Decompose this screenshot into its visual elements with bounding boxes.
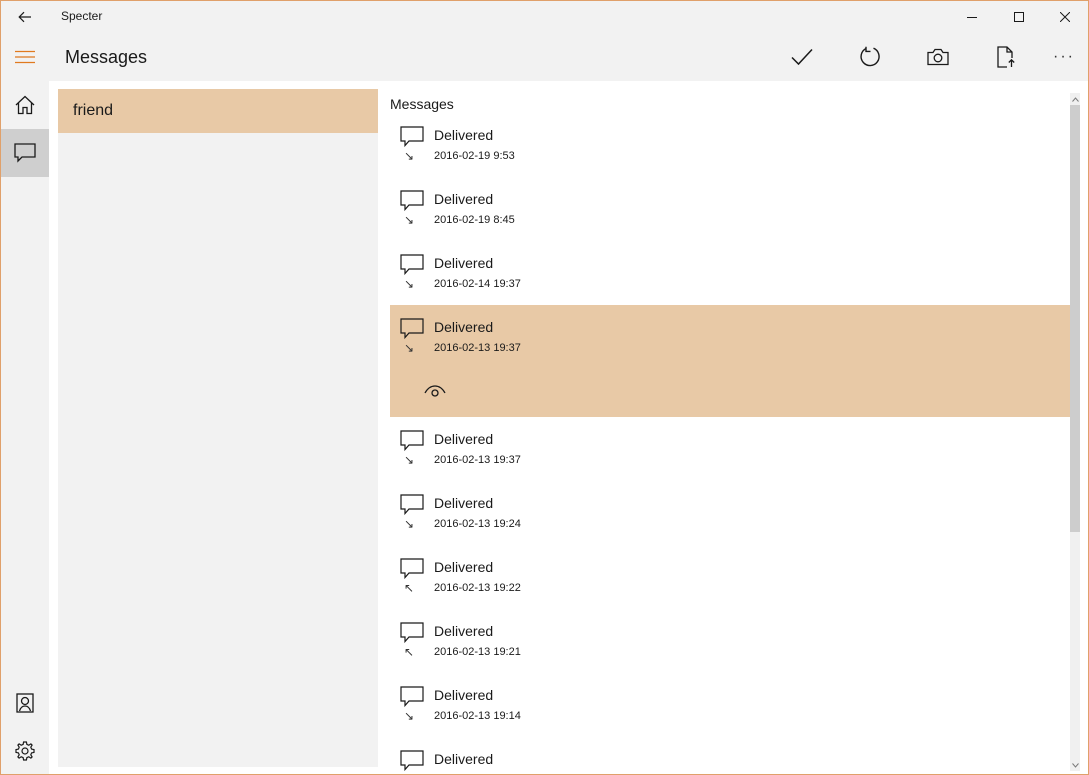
- command-bar: Messages ···: [1, 33, 1088, 81]
- export-file-icon: [997, 46, 1015, 68]
- maximize-icon: [1014, 12, 1024, 22]
- nav-settings[interactable]: [1, 727, 49, 774]
- direction-arrow-icon: ↘: [404, 341, 415, 355]
- back-arrow-icon: [18, 11, 31, 23]
- message-row-incoming[interactable]: ↘ Delivered 2016-02-13 19:37: [390, 417, 1070, 481]
- message-list: ↘ Delivered 2016-02-19 9:53 ↘ Delivered …: [390, 113, 1070, 774]
- chat-bubble-icon: [400, 430, 424, 452]
- nav-contacts[interactable]: [1, 679, 49, 727]
- message-status: Delivered: [434, 255, 494, 271]
- home-icon: [15, 95, 35, 115]
- hamburger-menu-icon: [15, 50, 35, 64]
- more-button[interactable]: ···: [1040, 33, 1088, 81]
- message-timestamp: 2016-02-13 19:22: [434, 582, 521, 594]
- direction-arrow-icon: ↖: [404, 581, 415, 595]
- minimize-button[interactable]: [949, 1, 995, 33]
- message-status: Delivered: [434, 687, 494, 703]
- conversation-list: friend: [58, 89, 378, 767]
- message-row-incoming[interactable]: ↘ Delivered 2016-02-13 19:24: [390, 481, 1070, 545]
- chat-bubble-icon: [400, 254, 424, 276]
- message-status: Delivered: [434, 751, 494, 767]
- message-timestamp: 2016-02-13 19:14: [434, 710, 521, 722]
- contact-icon: [16, 693, 34, 713]
- message-row[interactable]: Delivered: [390, 737, 1070, 774]
- camera-icon: [927, 48, 949, 66]
- message-row-incoming[interactable]: ↘ Delivered 2016-02-13 19:14: [390, 673, 1070, 737]
- message-status: Delivered: [434, 623, 494, 639]
- back-button[interactable]: [7, 1, 43, 33]
- chat-bubble-icon: [400, 190, 424, 212]
- message-row-incoming[interactable]: ↘ Delivered 2016-02-19 9:53: [390, 113, 1070, 177]
- message-scrollbar[interactable]: [1070, 93, 1080, 771]
- message-status: Delivered: [434, 127, 494, 143]
- message-row-outgoing[interactable]: ↖ Delivered 2016-02-13 19:21: [390, 609, 1070, 673]
- nav-home[interactable]: [1, 81, 49, 129]
- chat-bubble-icon: [400, 318, 424, 340]
- chevron-up-icon: [1071, 96, 1079, 102]
- chat-bubble-icon: [400, 126, 424, 148]
- chat-bubble-icon: [400, 494, 424, 516]
- hamburger-button[interactable]: [1, 33, 49, 81]
- direction-arrow-icon: ↘: [404, 277, 415, 291]
- message-row-incoming[interactable]: ↘ Delivered 2016-02-14 19:37: [390, 241, 1070, 305]
- check-icon: [791, 48, 813, 66]
- screenshot-button[interactable]: [914, 33, 962, 81]
- refresh-button[interactable]: [846, 33, 894, 81]
- message-list-header: Messages: [390, 96, 454, 112]
- mark-done-button[interactable]: [778, 33, 826, 81]
- chat-bubble-icon: [14, 143, 36, 163]
- conversation-label: friend: [73, 102, 114, 119]
- message-timestamp: 2016-02-14 19:37: [434, 278, 521, 290]
- message-timestamp: 2016-02-13 19:37: [434, 454, 521, 466]
- close-button[interactable]: [1042, 1, 1088, 33]
- conversation-item-friend[interactable]: friend: [58, 89, 378, 133]
- message-timestamp: 2016-02-13 19:21: [434, 646, 521, 658]
- message-timestamp: 2016-02-19 9:53: [434, 150, 515, 162]
- gear-icon: [15, 741, 35, 761]
- direction-arrow-icon: ↘: [404, 709, 415, 723]
- app-window: Specter Messages ··· friend Messages ↘ D…: [0, 0, 1089, 775]
- message-status: Delivered: [434, 495, 494, 511]
- close-icon: [1060, 12, 1070, 22]
- direction-arrow-icon: ↘: [404, 453, 415, 467]
- message-timestamp: 2016-02-19 8:45: [434, 214, 515, 226]
- chat-bubble-icon: [400, 622, 424, 644]
- eye-icon[interactable]: [424, 383, 446, 399]
- message-status: Delivered: [434, 191, 494, 207]
- scroll-thumb[interactable]: [1070, 105, 1080, 532]
- maximize-button[interactable]: [996, 1, 1042, 33]
- chat-bubble-icon: [400, 558, 424, 580]
- chat-bubble-icon: [400, 686, 424, 708]
- message-row-outgoing[interactable]: ↖ Delivered 2016-02-13 19:22: [390, 545, 1070, 609]
- direction-arrow-icon: ↖: [404, 645, 415, 659]
- chevron-down-icon: [1071, 762, 1079, 768]
- navigation-rail: [1, 81, 49, 774]
- message-status: Delivered: [434, 319, 494, 335]
- message-timestamp: 2016-02-13 19:24: [434, 518, 521, 530]
- title-bar: Specter: [1, 1, 1088, 33]
- refresh-icon: [860, 46, 880, 67]
- message-pane: Messages ↘ Delivered 2016-02-19 9:53 ↘ D…: [390, 89, 1070, 774]
- chat-bubble-icon: [400, 750, 424, 772]
- message-row-incoming[interactable]: ↘ Delivered 2016-02-13 19:37: [390, 305, 1070, 417]
- message-status: Delivered: [434, 431, 494, 447]
- minimize-icon: [967, 17, 977, 18]
- window-title: Specter: [61, 9, 103, 23]
- export-button[interactable]: [982, 33, 1030, 81]
- more-icon: ···: [1053, 48, 1075, 65]
- message-timestamp: 2016-02-13 19:37: [434, 342, 521, 354]
- scroll-down-button[interactable]: [1070, 759, 1080, 771]
- message-row-incoming[interactable]: ↘ Delivered 2016-02-19 8:45: [390, 177, 1070, 241]
- direction-arrow-icon: ↘: [404, 213, 415, 227]
- scroll-up-button[interactable]: [1070, 93, 1080, 105]
- nav-messages[interactable]: [1, 129, 49, 177]
- message-status: Delivered: [434, 559, 494, 575]
- direction-arrow-icon: ↘: [404, 517, 415, 531]
- page-title: Messages: [65, 47, 148, 67]
- direction-arrow-icon: ↘: [404, 149, 415, 163]
